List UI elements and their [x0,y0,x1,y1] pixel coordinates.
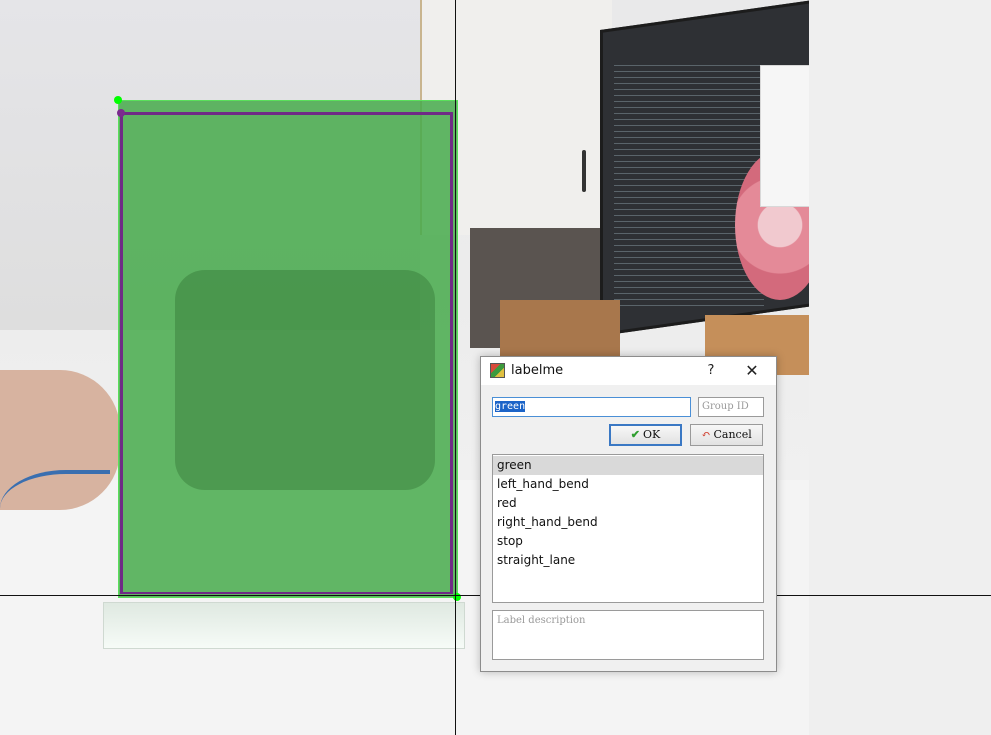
annotation-polygon-outline[interactable] [120,112,453,594]
photo-white-box [760,65,809,207]
undo-arrow-icon: ↶ [701,428,711,441]
label-name-input[interactable]: green [492,397,691,417]
group-id-input[interactable]: Group ID [698,397,764,417]
dialog-title: labelme [511,363,564,378]
cancel-button[interactable]: ↶ Cancel [690,424,763,446]
polygon-vertex[interactable] [114,96,122,104]
polygon-vertex[interactable] [117,109,125,117]
checkmark-icon: ✔ [630,428,640,441]
label-list-item[interactable]: straight_lane [493,551,763,570]
photo-cabinet-handle [582,150,586,192]
label-dialog: labelme ? ✕ green Group ID ✔ OK ↶ Cancel g… [480,356,777,672]
close-button[interactable]: ✕ [740,361,764,381]
ok-button[interactable]: ✔ OK [609,424,682,446]
help-button[interactable]: ? [701,361,721,381]
label-list-item[interactable]: stop [493,532,763,551]
crosshair-vertical [455,0,456,735]
photo-box [500,300,620,360]
label-list-item[interactable]: red [493,494,763,513]
cancel-button-label: Cancel [713,428,752,441]
ok-button-label: OK [642,428,661,441]
label-list-item[interactable]: right_hand_bend [493,513,763,532]
dialog-titlebar[interactable]: labelme ? ✕ [481,357,776,385]
label-list-item[interactable]: green [493,456,763,475]
label-list-item[interactable]: left_hand_bend [493,475,763,494]
label-list[interactable]: green left_hand_bend red right_hand_bend… [492,454,764,603]
labelme-app-icon [490,363,505,378]
label-name-input-value: green [495,401,526,412]
photo-acrylic-stand [103,602,465,649]
label-description-input[interactable]: Label description [492,610,764,660]
